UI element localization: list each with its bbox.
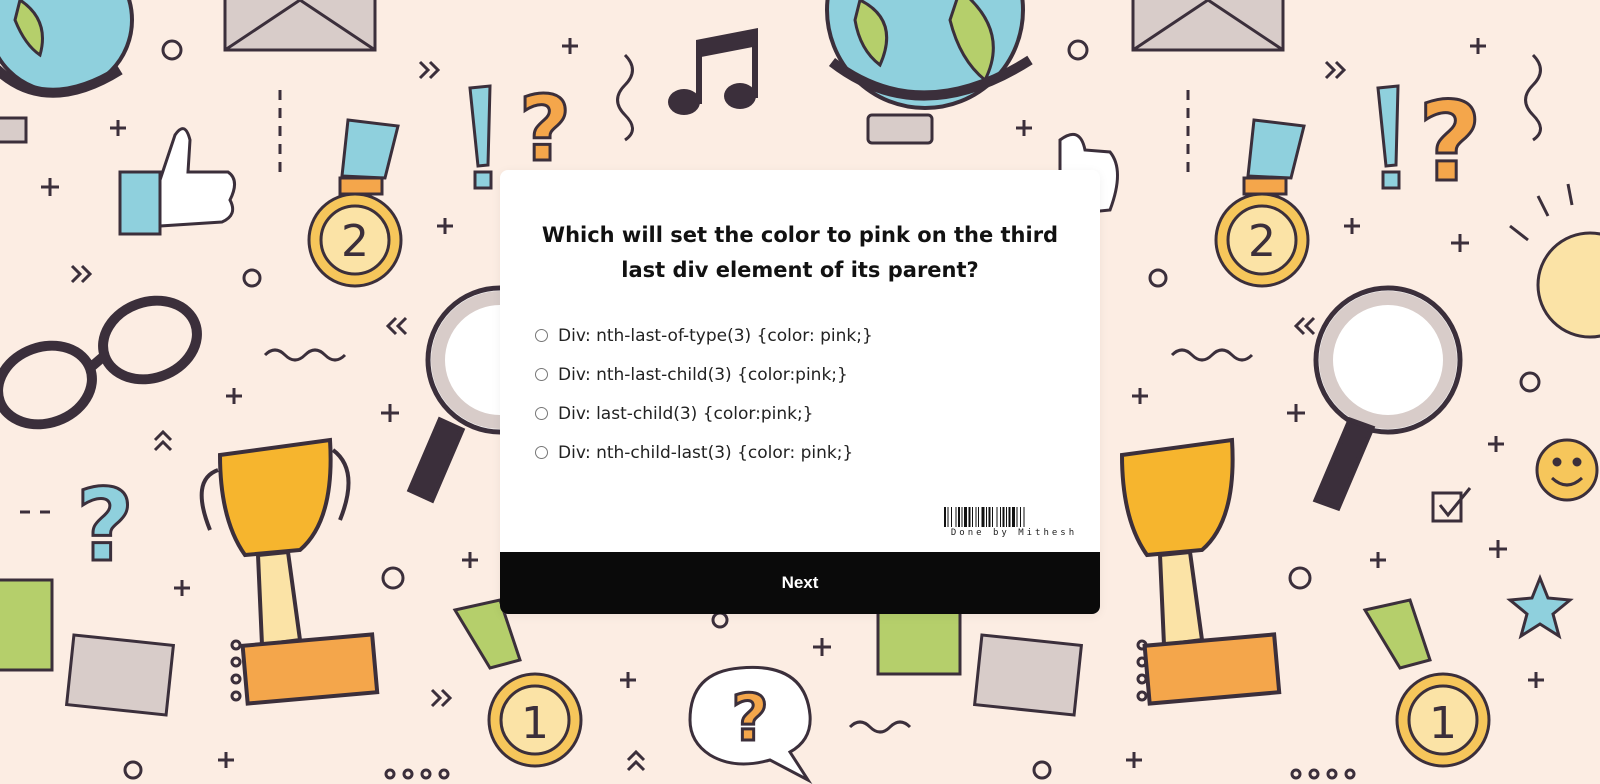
svg-text:?: ? — [76, 467, 134, 584]
radio-button[interactable] — [535, 446, 548, 459]
barcode-stripe — [1023, 507, 1025, 527]
barcode-stripe — [981, 507, 985, 527]
barcode-stripe — [996, 507, 998, 527]
barcode-stripe — [1002, 507, 1005, 527]
barcode-stripe — [1008, 507, 1011, 527]
barcode-stripe — [975, 507, 977, 527]
barcode-stripe — [1016, 507, 1018, 527]
barcode-stripe — [964, 507, 967, 527]
barcode-stripe — [978, 507, 979, 527]
svg-text:?: ? — [519, 77, 571, 182]
answer-options: Div: nth-last-of-type(3) {color: pink;} … — [535, 316, 1055, 472]
option-label: Div: last-child(3) {color:pink;} — [558, 403, 814, 424]
radio-button[interactable] — [535, 407, 548, 420]
lightbulb-icon — [1509, 183, 1600, 339]
svg-text:?: ? — [731, 682, 768, 756]
barcode-stripe — [944, 507, 946, 527]
globe-icon — [825, 0, 1033, 145]
barcode: Done by Mithesh — [944, 507, 1084, 538]
next-button[interactable]: Next — [500, 552, 1100, 614]
answer-option[interactable]: Div: last-child(3) {color:pink;} — [535, 394, 1055, 433]
barcode-stripe — [1020, 507, 1021, 527]
answer-option[interactable]: Div: nth-last-of-type(3) {color: pink;} — [535, 316, 1055, 355]
radio-button[interactable] — [535, 329, 548, 342]
barcode-stripe — [1000, 507, 1001, 527]
svg-text:2: 2 — [1248, 216, 1276, 267]
glasses-icon — [0, 295, 202, 430]
option-label: Div: nth-last-of-type(3) {color: pink;} — [558, 325, 873, 346]
speech-bubble-icon: ? — [688, 665, 813, 784]
svg-text:2: 2 — [341, 216, 369, 267]
music-note-icon — [668, 28, 758, 115]
option-label: Div: nth-child-last(3) {color: pink;} — [558, 442, 854, 463]
barcode-stripe — [972, 507, 973, 527]
barcode-stripe — [947, 507, 949, 527]
barcode-stripe — [988, 507, 991, 527]
barcode-stripe — [1012, 507, 1015, 527]
option-label: Div: nth-last-child(3) {color:pink;} — [558, 364, 848, 385]
barcode-stripe — [958, 507, 960, 527]
answer-option[interactable]: Div: nth-child-last(3) {color: pink;} — [535, 433, 1055, 472]
globe-icon — [0, 0, 134, 144]
barcode-stripe — [986, 507, 987, 527]
question-text: Which will set the color to pink on the … — [541, 223, 1059, 282]
quiz-card: Which will set the color to pink on the … — [500, 170, 1100, 614]
barcode-stripe — [1006, 507, 1007, 527]
smiley-icon — [1535, 438, 1599, 502]
radio-button[interactable] — [535, 368, 548, 381]
svg-text:1: 1 — [521, 698, 549, 749]
star-icon — [1506, 573, 1574, 640]
barcode-stripe — [968, 507, 971, 527]
barcode-stripe — [992, 507, 993, 527]
svg-text:?: ? — [1418, 78, 1482, 206]
barcode-caption: Done by Mithesh — [950, 528, 1078, 538]
answer-option[interactable]: Div: nth-last-child(3) {color:pink;} — [535, 355, 1055, 394]
barcode-stripe — [961, 507, 963, 527]
checkbox-icon — [1431, 487, 1472, 523]
barcode-stripe — [951, 507, 952, 527]
svg-text:1: 1 — [1429, 698, 1457, 749]
barcode-bars — [944, 507, 1025, 527]
barcode-stripe — [955, 507, 957, 527]
